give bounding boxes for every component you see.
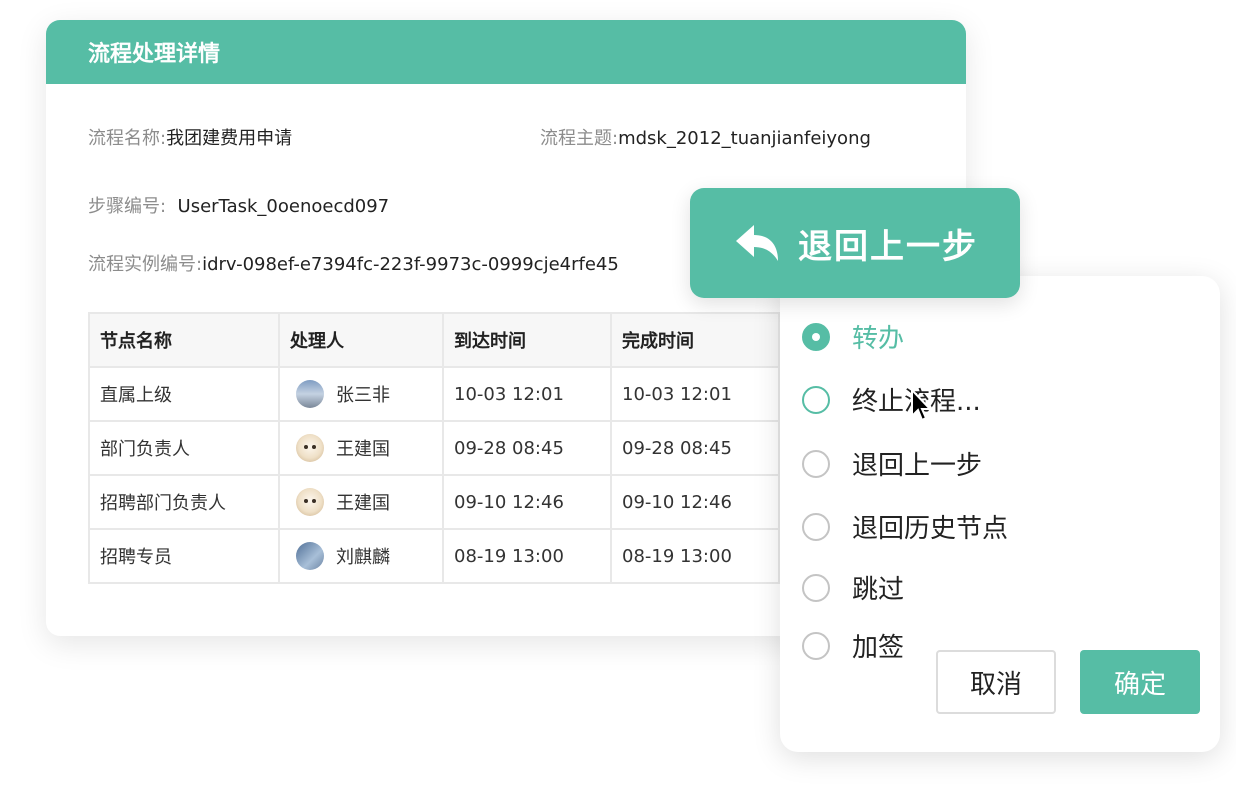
cell-arrival: 08-19 13:00 — [442, 528, 612, 584]
mouse-cursor-icon — [911, 388, 933, 422]
cell-handler: 张三非 — [278, 366, 444, 422]
step-id-field: 步骤编号: UserTask_0oenoecd097 — [88, 192, 389, 218]
option-return-previous[interactable]: 退回上一步 — [802, 445, 982, 482]
process-name-label: 流程名称: — [88, 128, 167, 149]
cell-arrival: 10-03 12:01 — [442, 366, 612, 422]
cell-finish: 09-28 08:45 — [610, 420, 780, 476]
header-arrival-time: 到达时间 — [442, 312, 612, 368]
card-title: 流程处理详情 — [88, 42, 221, 67]
reply-arrow-icon — [736, 225, 778, 261]
table-row: 部门负责人 王建国 09-28 08:45 09-28 08:45 — [88, 420, 780, 476]
option-terminate-process[interactable]: 终止流程... — [802, 381, 981, 418]
process-subject-value: mdsk_2012_tuanjianfeiyong — [618, 128, 871, 149]
header-finish-time: 完成时间 — [610, 312, 780, 368]
cell-finish: 09-10 12:46 — [610, 474, 780, 530]
header-node-name: 节点名称 — [88, 312, 280, 368]
cell-finish: 08-19 13:00 — [610, 528, 780, 584]
option-label: 转办 — [852, 324, 905, 354]
process-subject-field: 流程主题:mdsk_2012_tuanjianfeiyong — [540, 124, 871, 150]
cell-node: 招聘专员 — [88, 528, 280, 584]
radio-icon[interactable] — [802, 385, 830, 414]
step-id-label: 步骤编号: — [88, 196, 167, 217]
option-return-history[interactable]: 退回历史节点 — [802, 508, 1008, 545]
card-header: 流程处理详情 — [46, 20, 966, 84]
tooltip-label: 退回上一步 — [798, 226, 978, 267]
cell-node: 部门负责人 — [88, 420, 280, 476]
option-label: 跳过 — [852, 575, 905, 605]
cell-finish: 10-03 12:01 — [610, 366, 780, 422]
avatar — [296, 488, 324, 516]
process-subject-label: 流程主题: — [540, 128, 619, 149]
handler-name: 刘麒麟 — [336, 547, 390, 568]
process-name-value: 我团建费用申请 — [166, 128, 293, 149]
avatar — [296, 434, 324, 462]
instance-id-label: 流程实例编号: — [88, 254, 203, 275]
cell-arrival: 09-10 12:46 — [442, 474, 612, 530]
table-row: 招聘专员 刘麒麟 08-19 13:00 08-19 13:00 — [88, 528, 780, 584]
action-options-panel: 转办 终止流程... 退回上一步 退回历史节点 跳过 加签 取消 确定 — [780, 276, 1220, 752]
table-row: 直属上级 张三非 10-03 12:01 10-03 12:01 — [88, 366, 780, 422]
confirm-button[interactable]: 确定 — [1080, 650, 1200, 714]
cell-node: 直属上级 — [88, 366, 280, 422]
handler-name: 王建国 — [336, 439, 390, 460]
process-name-field: 流程名称:我团建费用申请 — [88, 124, 292, 150]
step-id-value: UserTask_0oenoecd097 — [177, 196, 390, 217]
radio-icon[interactable] — [802, 573, 830, 602]
cancel-button[interactable]: 取消 — [936, 650, 1056, 714]
avatar — [296, 380, 324, 408]
option-transfer[interactable]: 转办 — [802, 318, 904, 355]
handler-name: 王建国 — [336, 493, 390, 514]
option-add-signer[interactable]: 加签 — [802, 627, 904, 664]
cell-handler: 王建国 — [278, 420, 444, 476]
table-header-row: 节点名称 处理人 到达时间 完成时间 — [88, 312, 780, 368]
instance-id-value: idrv-098ef-e7394fc-223f-9973c-0999cje4rf… — [202, 254, 619, 275]
table-row: 招聘部门负责人 王建国 09-10 12:46 09-10 12:46 — [88, 474, 780, 530]
option-label: 退回历史节点 — [852, 514, 1009, 544]
cell-arrival: 09-28 08:45 — [442, 420, 612, 476]
radio-icon[interactable] — [802, 449, 830, 478]
cell-node: 招聘部门负责人 — [88, 474, 280, 530]
radio-icon[interactable] — [802, 512, 830, 541]
handler-name: 张三非 — [336, 385, 390, 406]
instance-id-field: 流程实例编号:idrv-098ef-e7394fc-223f-9973c-099… — [88, 250, 619, 276]
header-handler: 处理人 — [278, 312, 444, 368]
option-skip[interactable]: 跳过 — [802, 569, 904, 606]
option-label: 加签 — [852, 633, 905, 663]
radio-checked-icon[interactable] — [802, 322, 830, 351]
return-previous-step-tooltip: 退回上一步 — [690, 188, 1020, 298]
radio-icon[interactable] — [802, 631, 830, 660]
avatar — [296, 542, 324, 570]
node-table: 节点名称 处理人 到达时间 完成时间 直属上级 张三非 10-03 12:01 … — [88, 312, 780, 584]
option-label: 退回上一步 — [852, 451, 983, 481]
cell-handler: 刘麒麟 — [278, 528, 444, 584]
cell-handler: 王建国 — [278, 474, 444, 530]
